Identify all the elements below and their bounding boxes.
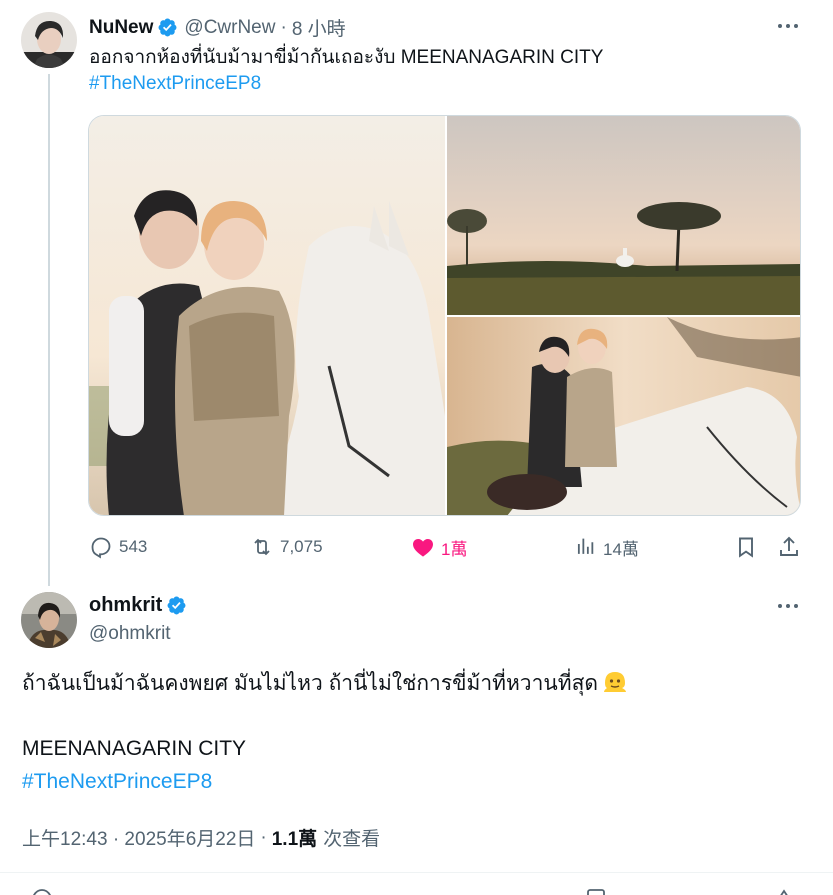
reply-icon — [91, 537, 111, 559]
bookmark-button[interactable] — [734, 533, 764, 561]
timestamp[interactable]: 8 小時 — [292, 14, 346, 41]
views-label: 次查看 — [323, 829, 381, 850]
avatar[interactable] — [21, 592, 77, 648]
handle[interactable]: @CwrNew — [184, 17, 275, 39]
share-icon — [780, 536, 798, 556]
separator-dot: · — [280, 16, 287, 38]
tweet-text: ออกจากห้องที่นับม้ามาขี่ม้ากันเถอะงับ ME… — [89, 47, 604, 68]
tweet-text-line: ถ้าฉันเป็นม้าฉันคงพยศ มันไม่ไหว ถ้านี่ไม… — [22, 672, 599, 695]
thread-line — [48, 74, 50, 586]
like-button[interactable]: 1萬 — [411, 533, 467, 561]
retweet-count: 7,075 — [280, 537, 323, 556]
views-icon — [577, 538, 594, 554]
tweet-text-line2: MEENANAGARIN CITY — [22, 737, 247, 760]
retweet-button[interactable]: 7,075 — [250, 533, 323, 561]
display-name[interactable]: ohmkrit — [89, 594, 162, 617]
divider — [0, 872, 833, 873]
views-button[interactable]: 14萬 — [573, 533, 639, 561]
tweet-header: ohmkrit — [89, 594, 187, 617]
separator-dot: · — [260, 826, 267, 848]
hashtag-link[interactable]: #TheNextPrinceEP8 — [22, 768, 212, 796]
media-grid — [88, 115, 801, 516]
views-count: 14萬 — [603, 539, 639, 559]
verified-badge-icon — [166, 595, 187, 616]
views-count: 1.1萬 — [271, 829, 318, 850]
tweet-text: ถ้าฉันเป็นม้าฉันคงพยศ มันไม่ไหว ถ้านี่ไม… — [22, 669, 628, 703]
action-bar: 543 7,075 1萬 14萬 — [89, 533, 801, 561]
photo-riders-closeup[interactable] — [447, 317, 800, 515]
timestamp[interactable]: 上午12:43 · 2025年6月22日 — [22, 824, 255, 851]
melting-face-icon — [602, 669, 628, 703]
like-icon — [413, 539, 433, 557]
bookmark-icon — [739, 537, 753, 558]
verified-badge-icon — [157, 17, 178, 38]
hashtag-link[interactable]: #TheNextPrinceEP8 — [89, 71, 261, 97]
tweet-meta: 上午12:43 · 2025年6月22日 · 1.1萬 次查看 — [22, 824, 380, 851]
avatar[interactable] — [21, 12, 77, 68]
tweet-header: NuNew @CwrNew · 8 小時 — [89, 14, 346, 41]
retweet-icon — [254, 538, 270, 556]
display-name[interactable]: NuNew — [89, 17, 153, 39]
handle[interactable]: @ohmkrit — [89, 623, 171, 645]
photo-field-tree[interactable] — [447, 116, 800, 315]
photo-couple-on-horse[interactable] — [89, 116, 445, 515]
share-button[interactable] — [777, 533, 807, 561]
more-icon[interactable] — [774, 596, 802, 616]
more-icon[interactable] — [774, 16, 802, 36]
reply-button[interactable]: 543 — [89, 533, 147, 561]
like-count: 1萬 — [441, 539, 468, 559]
action-bar-partial — [0, 884, 833, 895]
reply-count: 543 — [119, 537, 148, 556]
